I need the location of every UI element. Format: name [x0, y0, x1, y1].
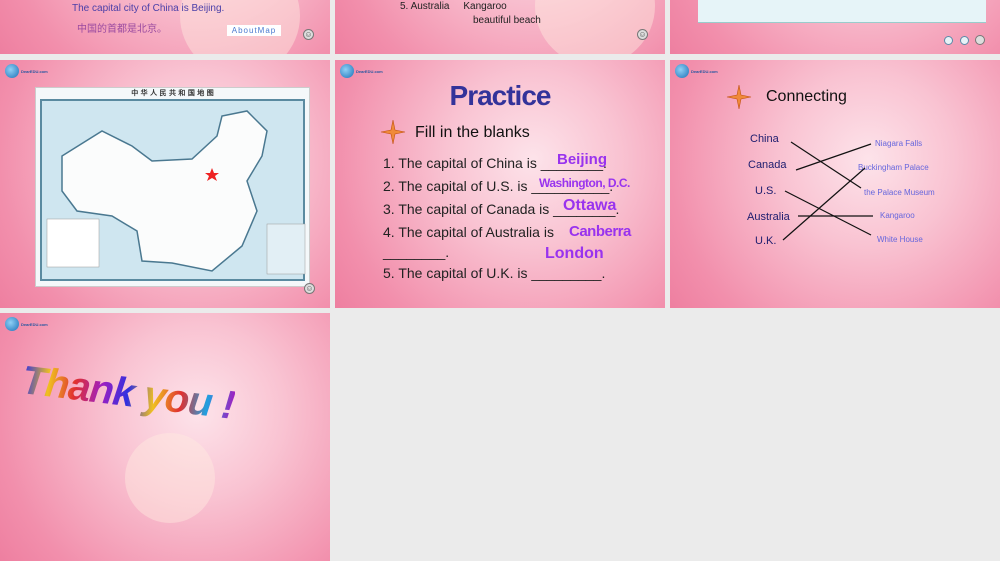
answer-4: Canberra	[569, 223, 631, 240]
slide-thumbnail-5[interactable]: DearEDU.com Practice Fill in the blanks …	[335, 60, 665, 308]
map-title: 中 华 人 民 共 和 国 地 图	[131, 88, 214, 97]
connector-line	[784, 190, 872, 236]
question-4-blank: ________.	[383, 244, 450, 260]
question-5: 5. The capital of U.K. is _________.	[383, 265, 606, 281]
smiley-icon[interactable]: ☺	[637, 29, 648, 40]
compass-star-icon	[380, 119, 406, 145]
aboutmap-logo: AboutMap	[227, 25, 281, 36]
section-heading: Fill in the blanks	[415, 124, 530, 141]
slide-text: beautiful beach	[473, 15, 541, 26]
question-4: 4. The capital of Australia is	[383, 224, 554, 240]
connector-line	[795, 143, 872, 171]
smiley-icon[interactable]: ☺	[303, 29, 314, 40]
nav-back-icon[interactable]	[944, 36, 953, 45]
answer-2: Washington, D.C.	[539, 176, 630, 190]
dearedu-logo: DearEDU.com	[5, 64, 48, 78]
china-map: 中 华 人 民 共 和 国 地 图	[35, 87, 310, 287]
slide-thumbnail-1[interactable]: The capital city of China is Beijing. 中国…	[0, 0, 330, 54]
dearedu-logo: DearEDU.com	[340, 64, 383, 78]
world-map-image	[698, 0, 986, 23]
answer-1: Beijing	[557, 151, 608, 168]
slide-thumbnail-7[interactable]: DearEDU.com Thank you !	[0, 313, 330, 561]
nav-home-icon[interactable]	[960, 36, 969, 45]
slide-text: 5. Australia Kangaroo	[400, 1, 507, 12]
slide-thumbnail-4[interactable]: DearEDU.com 中 华 人 民 共 和 国 地 图 ☺	[0, 60, 330, 308]
smiley-icon[interactable]	[975, 35, 985, 45]
slide-text: 中国的首都是北京。	[77, 24, 167, 35]
slide-text: The capital city of China is Beijing.	[72, 3, 225, 14]
slide-thumbnail-3[interactable]	[670, 0, 1000, 54]
connecting-lines	[782, 141, 873, 241]
answer-3: Ottawa	[563, 197, 617, 214]
smiley-icon[interactable]: ☺	[304, 283, 315, 294]
thank-you-wordart: Thank you !	[19, 358, 237, 428]
answer-5: London	[545, 245, 604, 262]
slide-title: Practice	[449, 80, 552, 111]
connector-line	[782, 167, 866, 241]
slide-thumbnail-6[interactable]: DearEDU.com Connecting China Canada U.S.…	[670, 60, 1000, 308]
dearedu-logo: DearEDU.com	[5, 317, 48, 331]
slide-thumbnail-2[interactable]: 5. Australia Kangaroo beautiful beach ☺	[335, 0, 665, 54]
